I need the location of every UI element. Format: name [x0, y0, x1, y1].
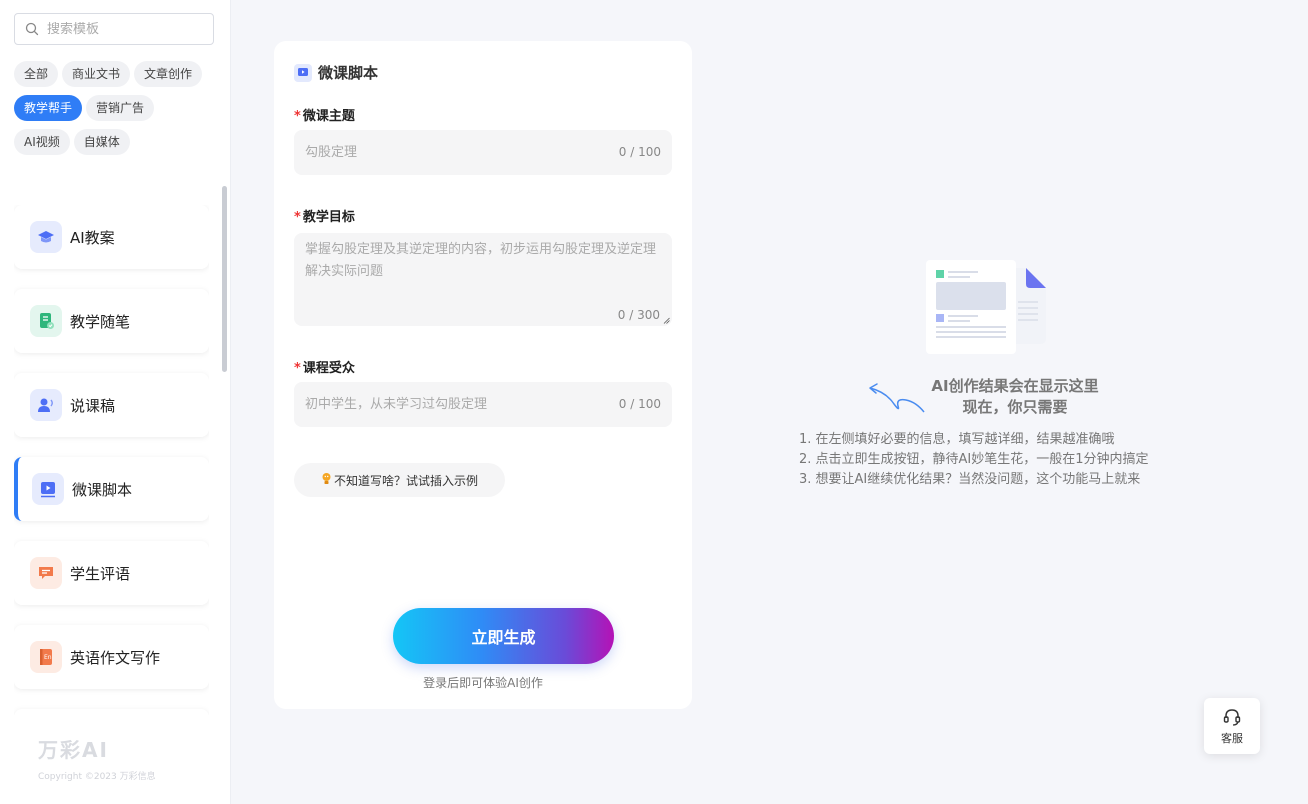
topic-label: * 微课主题: [294, 105, 355, 124]
lightbulb-icon: [322, 473, 331, 484]
template-card-ai-lesson-plan[interactable]: AI教案: [14, 205, 209, 269]
resize-handle-icon[interactable]: [663, 317, 670, 324]
sidebar: 全部 商业文书 文章创作 教学帮手 营销广告 AI视频 自媒体 AI教案 教学随…: [0, 0, 231, 804]
template-label: AI教案: [70, 228, 115, 247]
goal-label: * 教学目标: [294, 206, 355, 225]
tag-teaching-helper[interactable]: 教学帮手: [14, 95, 83, 121]
topic-char-counter: 0 / 100: [618, 145, 661, 159]
template-card-english-essay[interactable]: En 英语作文写作: [14, 625, 209, 689]
topic-input[interactable]: 勾股定理 0 / 100: [294, 130, 672, 175]
topic-label-text: 微课主题: [302, 109, 355, 124]
goal-label-text: 教学目标: [302, 210, 355, 225]
template-list: AI教案 教学随笔 说课稿 微课脚本 学生评语 En 英语作文写作: [14, 205, 209, 715]
form-title: 微课脚本: [294, 62, 378, 83]
customer-service-button[interactable]: 客服: [1204, 698, 1260, 754]
tag-article-writing[interactable]: 文章创作: [134, 61, 203, 87]
generate-button[interactable]: 立即生成: [393, 608, 614, 664]
search-box[interactable]: [14, 13, 214, 45]
search-icon: [25, 22, 39, 36]
form-panel: 微课脚本 * 微课主题 勾股定理 0 / 100 * 教学目标 掌握勾股定理及其逆定…: [274, 41, 692, 709]
template-card-student-comments[interactable]: 学生评语: [14, 541, 209, 605]
tip-item: 3. 想要让AI继续优化结果？当然没问题，这个功能马上就来: [799, 472, 1141, 487]
template-label: 微课脚本: [72, 480, 133, 499]
required-mark: *: [294, 210, 301, 225]
english-book-icon: En: [30, 641, 62, 673]
sidebar-scrollbar[interactable]: [222, 186, 227, 372]
tag-all[interactable]: 全部: [14, 61, 59, 87]
insert-example-button[interactable]: 不知道写啥？试试插入示例: [294, 463, 505, 497]
audience-placeholder: 初中学生，从未学习过勾股定理: [305, 397, 488, 412]
goal-placeholder: 掌握勾股定理及其逆定理的内容，初步运用勾股定理及逆定理解决实际问题: [305, 242, 657, 279]
video-play-icon: [32, 473, 64, 505]
tag-ai-video[interactable]: AI视频: [14, 129, 70, 155]
graduation-cap-icon: [30, 221, 62, 253]
goal-textarea[interactable]: 掌握勾股定理及其逆定理的内容，初步运用勾股定理及逆定理解决实际问题 0 / 30…: [294, 233, 672, 326]
brand: 万彩AI Copyright ©2023 万彩信息: [38, 734, 156, 782]
documents-illustration: [926, 258, 1048, 358]
audience-label-text: 课程受众: [302, 361, 355, 376]
tag-business-docs[interactable]: 商业文书: [62, 61, 131, 87]
category-tags: 全部 商业文书 文章创作 教学帮手 营销广告 AI视频 自媒体: [14, 61, 219, 163]
audience-input[interactable]: 初中学生，从未学习过勾股定理 0 / 100: [294, 382, 672, 427]
tag-self-media[interactable]: 自媒体: [73, 129, 130, 155]
comment-icon: [30, 557, 62, 589]
usage-tips: 1. 在左侧填好必要的信息，填写越详细，结果越准确哦 2. 点击立即生成按钮，静…: [799, 430, 1149, 490]
template-card-micro-lesson-script[interactable]: 微课脚本: [14, 457, 209, 521]
template-card-teaching-essay[interactable]: 教学随笔: [14, 289, 209, 353]
search-input[interactable]: [47, 21, 197, 37]
svg-text:En: En: [44, 654, 52, 661]
insert-example-label: 不知道写啥？试试插入示例: [334, 473, 479, 488]
template-label: 教学随笔: [70, 312, 131, 331]
result-placeholder-title: AI创作结果会在显示这里 现在，你只需要: [870, 376, 1160, 418]
template-label: 英语作文写作: [70, 648, 161, 667]
audience-char-counter: 0 / 100: [618, 397, 661, 411]
result-title-line-2: 现在，你只需要: [962, 398, 1068, 416]
headset-icon: [1223, 708, 1241, 726]
form-title-text: 微课脚本: [318, 64, 379, 82]
required-mark: *: [294, 361, 301, 376]
result-title-line-1: AI创作结果会在显示这里: [931, 377, 1099, 395]
template-label: 说课稿: [70, 396, 116, 415]
video-play-icon: [294, 63, 312, 82]
template-card-more[interactable]: [14, 709, 209, 715]
note-check-icon: [30, 305, 62, 337]
required-mark: *: [294, 109, 301, 124]
customer-service-label: 客服: [1221, 731, 1243, 745]
tip-item: 2. 点击立即生成按钮，静待AI妙笔生花，一般在1分钟内搞定: [799, 452, 1149, 467]
audience-label: * 课程受众: [294, 357, 355, 376]
topic-placeholder: 勾股定理: [305, 145, 358, 160]
tag-marketing-ads[interactable]: 营销广告: [86, 95, 155, 121]
brand-logo: 万彩AI: [38, 738, 109, 762]
speaker-person-icon: [30, 389, 62, 421]
goal-char-counter: 0 / 300: [617, 308, 660, 322]
copyright-text: Copyright ©2023 万彩信息: [38, 772, 156, 782]
tip-item: 1. 在左侧填好必要的信息，填写越详细，结果越准确哦: [799, 432, 1115, 447]
template-label: 学生评语: [70, 564, 131, 583]
login-hint: 登录后即可体验AI创作: [423, 676, 543, 690]
template-card-lecture-script[interactable]: 说课稿: [14, 373, 209, 437]
